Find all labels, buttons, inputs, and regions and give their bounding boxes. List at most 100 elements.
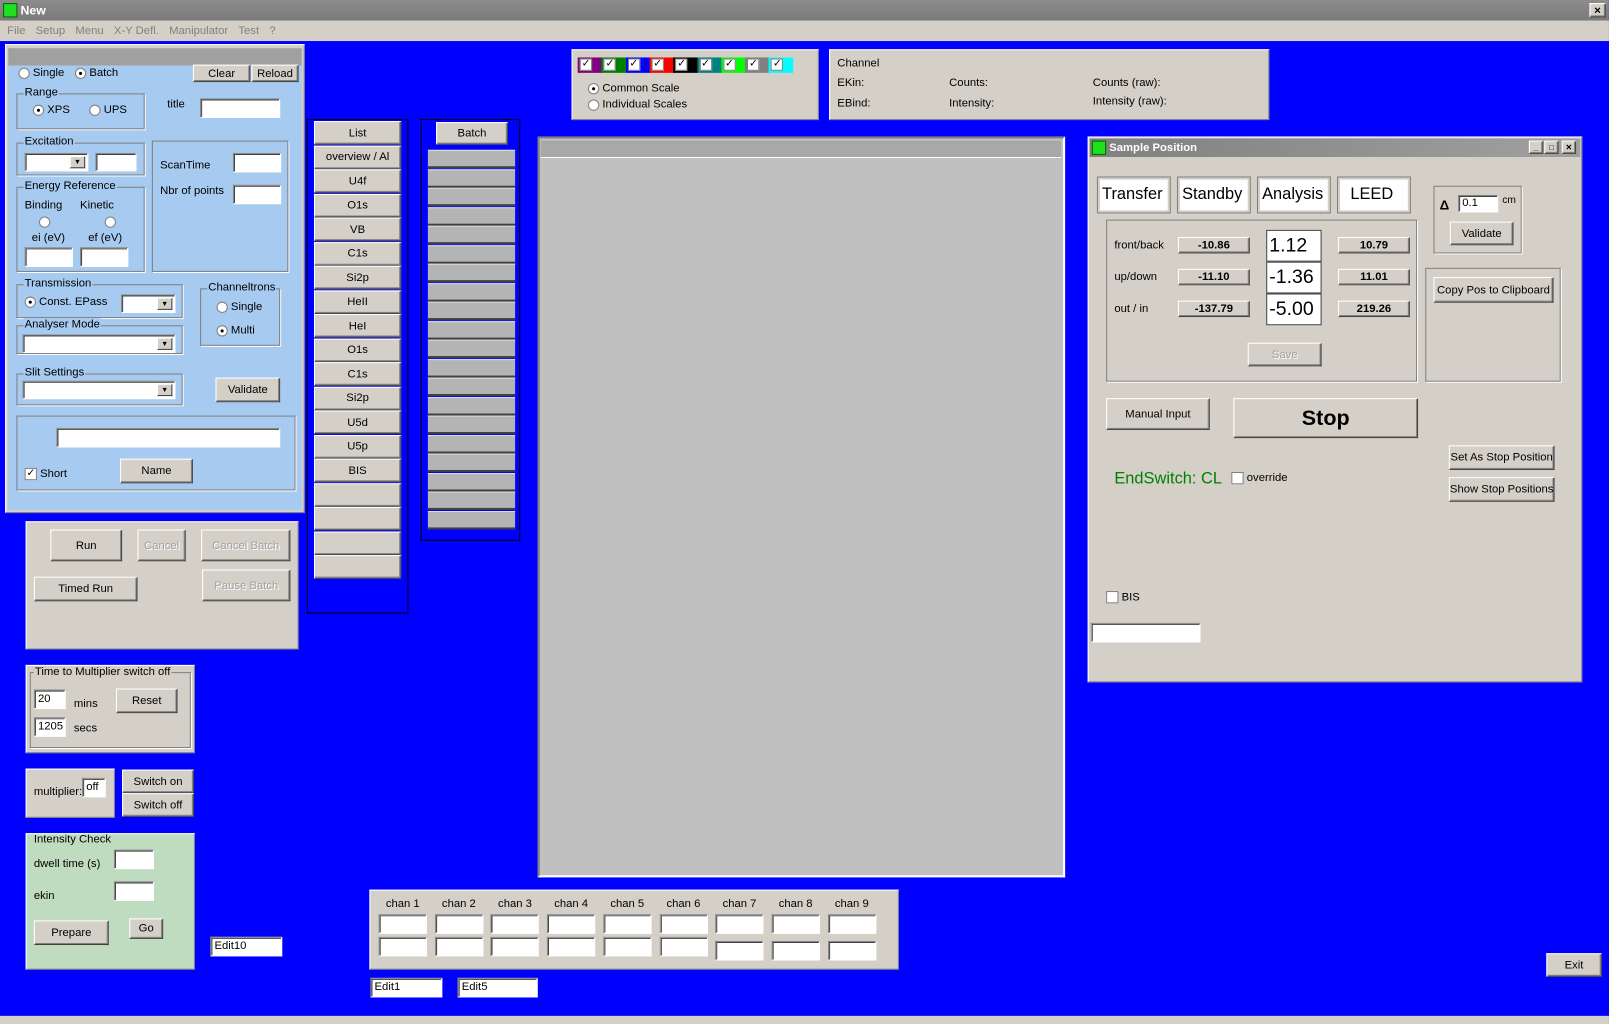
close-button[interactable]: ✕ xyxy=(1589,3,1606,18)
binding-radio[interactable] xyxy=(38,216,51,228)
axis-min-value[interactable]: -10.86 xyxy=(1177,237,1250,254)
clear-button[interactable]: Clear xyxy=(192,64,251,83)
axis-max-value[interactable]: 219.26 xyxy=(1338,300,1410,318)
name-button[interactable]: Name xyxy=(120,458,193,484)
pause-batch-button[interactable]: Pause Batch xyxy=(202,569,291,602)
batch-slot[interactable] xyxy=(427,263,516,283)
channel-input[interactable] xyxy=(659,914,708,934)
epass-select[interactable]: ▼ xyxy=(121,294,176,313)
cancel-batch-button[interactable]: Cancel Batch xyxy=(201,529,291,562)
channel-input[interactable] xyxy=(603,914,652,934)
region-item-button[interactable]: VB xyxy=(313,217,402,242)
timed-run-button[interactable]: Timed Run xyxy=(33,576,138,602)
spectrum-plot-area[interactable] xyxy=(537,136,1066,878)
common-scale-radio[interactable]: Common Scale xyxy=(587,82,680,94)
channel-visible-checkbox[interactable]: ✓ xyxy=(723,58,736,71)
channel-input[interactable] xyxy=(603,936,652,957)
reset-button[interactable]: Reset xyxy=(115,688,178,714)
mode-batch-radio[interactable]: Batch xyxy=(74,67,118,79)
batch-slot[interactable] xyxy=(427,434,516,454)
title-input[interactable] xyxy=(200,98,281,119)
bis-checkbox[interactable]: BIS xyxy=(1106,591,1140,604)
batch-slot[interactable] xyxy=(427,453,516,473)
batch-slot[interactable] xyxy=(427,510,516,529)
preset-standby-button[interactable]: Standby xyxy=(1176,176,1251,214)
region-item-button[interactable]: U5d xyxy=(313,410,402,435)
name-input[interactable] xyxy=(56,427,281,448)
region-item-button[interactable]: U4f xyxy=(313,169,402,193)
batch-slot[interactable] xyxy=(427,396,516,416)
channel-visible-checkbox[interactable]: ✓ xyxy=(699,58,712,71)
axis-min-value[interactable]: -11.10 xyxy=(1177,268,1250,286)
secs-input[interactable]: 1205 xyxy=(33,717,66,737)
channel-visible-checkbox[interactable]: ✓ xyxy=(579,58,593,71)
batch-slot[interactable] xyxy=(427,472,516,491)
region-item-button[interactable] xyxy=(313,555,402,579)
channel-visible-checkbox[interactable]: ✓ xyxy=(603,58,616,71)
menu-manipulator[interactable]: Manipulator xyxy=(169,25,228,37)
channel-visible-checkbox[interactable]: ✓ xyxy=(747,58,760,71)
channel-visible-checkbox[interactable]: ✓ xyxy=(675,58,688,71)
axis-current-position[interactable]: -1.36 xyxy=(1266,261,1322,294)
channel-input[interactable] xyxy=(434,936,483,957)
region-item-button[interactable]: HeII xyxy=(313,289,402,314)
channel-input[interactable] xyxy=(771,940,820,961)
menu-test[interactable]: Test xyxy=(238,25,259,37)
preset-transfer-button[interactable]: Transfer xyxy=(1096,176,1171,214)
save-button[interactable]: Save xyxy=(1247,342,1322,367)
axis-min-value[interactable]: -137.79 xyxy=(1177,300,1250,318)
menu-xy-defl[interactable]: X-Y Defl. xyxy=(114,25,159,37)
channel-input[interactable] xyxy=(547,936,596,957)
batch-slot[interactable] xyxy=(427,282,516,302)
edit5-input[interactable]: Edit5 xyxy=(457,977,538,998)
prepare-button[interactable]: Prepare xyxy=(33,920,109,946)
batch-slot[interactable] xyxy=(427,149,516,169)
channel-visible-checkbox[interactable]: ✓ xyxy=(651,58,664,71)
batch-slot[interactable] xyxy=(427,187,516,207)
kinetic-radio[interactable] xyxy=(104,216,117,228)
batch-slot[interactable] xyxy=(427,225,516,245)
region-item-button[interactable]: O1s xyxy=(313,338,402,362)
region-item-button[interactable]: HeI xyxy=(313,313,402,338)
batch-slot[interactable] xyxy=(427,358,516,378)
channel-input[interactable] xyxy=(378,936,427,957)
batch-slot[interactable] xyxy=(427,301,516,321)
excitation-select[interactable]: ▼ xyxy=(24,152,89,172)
preset-analysis-button[interactable]: Analysis xyxy=(1256,176,1331,214)
region-item-button[interactable]: U5p xyxy=(313,434,402,459)
channel-input[interactable] xyxy=(715,940,764,961)
batch-slot[interactable] xyxy=(427,377,516,397)
axis-max-value[interactable]: 11.01 xyxy=(1338,268,1410,286)
individual-scales-radio[interactable]: Individual Scales xyxy=(587,99,687,111)
preset-leed-button[interactable]: LEED xyxy=(1337,176,1411,214)
region-item-button[interactable]: BIS xyxy=(313,458,402,483)
batch-slot[interactable] xyxy=(427,491,516,510)
manual-input-button[interactable]: Manual Input xyxy=(1106,398,1210,430)
menu-help[interactable]: ? xyxy=(269,25,275,37)
menu-menu[interactable]: Menu xyxy=(75,25,103,37)
ef-input[interactable] xyxy=(80,247,129,267)
region-item-button[interactable]: List xyxy=(313,121,402,145)
step-input[interactable]: 0.1 xyxy=(1458,194,1499,213)
stop-button[interactable]: Stop xyxy=(1233,398,1419,439)
channel-input[interactable] xyxy=(490,936,540,957)
batch-slot[interactable] xyxy=(427,339,516,359)
set-stop-position-button[interactable]: Set As Stop Position xyxy=(1448,445,1555,470)
const-epass-radio[interactable]: Const. EPass xyxy=(24,296,107,308)
xps-radio[interactable]: XPS xyxy=(32,104,70,116)
close-button[interactable]: ✕ xyxy=(1561,140,1577,154)
ups-radio[interactable]: UPS xyxy=(89,104,127,116)
bis-input[interactable] xyxy=(1090,622,1201,643)
region-item-button[interactable]: Si2p xyxy=(313,265,402,290)
run-button[interactable]: Run xyxy=(50,529,123,562)
switch-on-button[interactable]: Switch on xyxy=(122,769,194,794)
show-stop-positions-button[interactable]: Show Stop Positions xyxy=(1448,477,1555,502)
multiplier-value[interactable]: off xyxy=(82,777,106,798)
region-item-button[interactable]: C1s xyxy=(313,241,402,266)
menu-setup[interactable]: Setup xyxy=(36,25,66,37)
channel-visible-checkbox[interactable]: ✓ xyxy=(627,58,640,71)
edit1-input[interactable]: Edit1 xyxy=(370,977,443,998)
channel-input[interactable] xyxy=(547,914,596,934)
channel-input[interactable] xyxy=(827,914,876,934)
axis-max-value[interactable]: 10.79 xyxy=(1338,237,1410,254)
